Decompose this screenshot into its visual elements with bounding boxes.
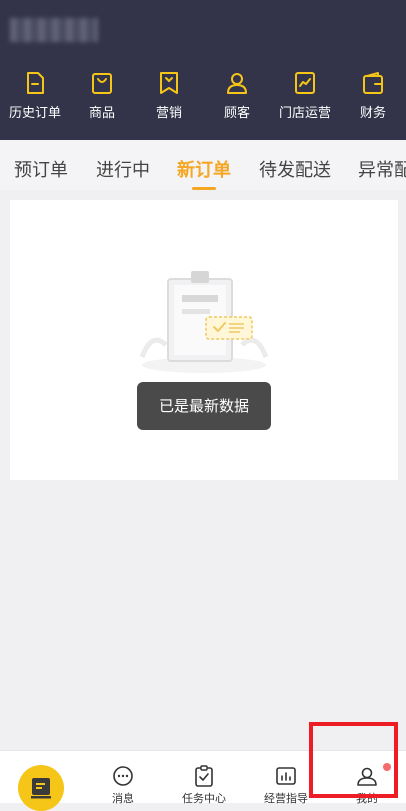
toast-message: 已是最新数据 [137,382,271,430]
menu-label: 财务 [359,106,386,121]
active-tab-indicator [192,187,216,190]
menu-label: 商品 [88,106,115,121]
wallet-icon [363,72,383,94]
nav-item-task-center[interactable]: 任务中心 [164,765,244,806]
menu-item-customers[interactable]: 顾客 [202,70,272,121]
empty-clipboard-illustration [139,271,269,373]
nav-item-messages[interactable]: 消息 [83,765,163,806]
menu-item-history-orders[interactable]: 历史订单 [0,70,70,121]
top-header: 历史订单 商品 营销 顾客 门店运营 财务 [0,0,406,140]
nav-label: 消息 [112,792,134,805]
tab-exception[interactable]: 异常配 [358,156,406,182]
tab-new-orders[interactable]: 新订单 [177,156,231,182]
quick-menu: 历史订单 商品 营销 顾客 门店运营 财务 [0,70,406,128]
menu-label: 顾客 [223,106,250,121]
highlight-annotation [309,722,398,798]
menu-label: 营销 [155,106,182,121]
menu-item-products[interactable]: 商品 [67,70,137,121]
store-operations-icon [295,72,315,94]
menu-item-marketing[interactable]: 营销 [134,70,204,121]
order-tabs: 预订单 进行中 新订单 待发配送 异常配 [0,140,406,190]
message-icon [113,766,133,786]
menu-item-store-operations[interactable]: 门店运营 [270,70,340,121]
store-name-blurred [10,18,98,42]
menu-label: 门店运营 [278,106,331,121]
tab-pending-delivery[interactable]: 待发配送 [259,156,331,182]
menu-item-finance[interactable]: 财务 [338,70,406,121]
home-icon [31,778,51,799]
history-orders-icon [27,72,44,94]
order-list-card [10,200,398,480]
business-guide-icon [276,767,296,785]
task-center-icon [195,765,213,787]
tab-pre-orders[interactable]: 预订单 [14,156,68,182]
marketing-icon [160,72,178,94]
customer-icon [227,73,247,94]
home-button[interactable] [18,765,64,811]
shopping-bag-icon [92,73,112,94]
menu-label: 历史订单 [8,106,61,121]
nav-label: 任务中心 [182,792,226,805]
tab-in-progress[interactable]: 进行中 [96,156,150,182]
